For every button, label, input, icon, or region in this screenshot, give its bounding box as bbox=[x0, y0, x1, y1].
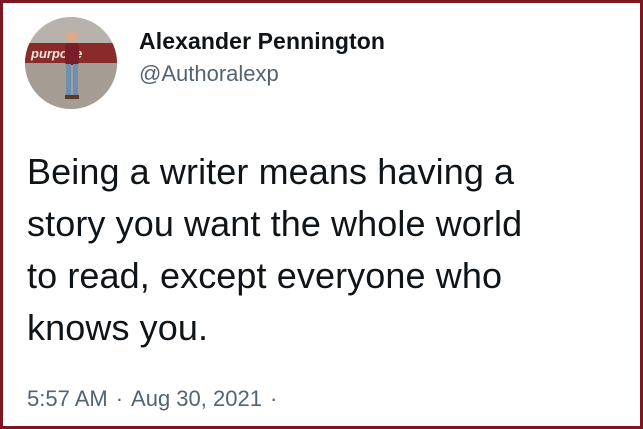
tweet-date[interactable]: Aug 30, 2021 bbox=[131, 385, 262, 413]
profile-photo-icon: purpose bbox=[25, 17, 117, 109]
avatar[interactable]: purpose bbox=[25, 17, 117, 109]
author-handle[interactable]: @Authoralexp bbox=[139, 60, 385, 88]
tweet-header: purpose Alexander Pennington @Authoralex… bbox=[25, 17, 385, 109]
meta-separator: · bbox=[115, 386, 124, 411]
author-info: Alexander Pennington @Authoralexp bbox=[139, 26, 385, 88]
meta-trailing-separator: · bbox=[269, 386, 278, 411]
tweet-time[interactable]: 5:57 AM bbox=[27, 385, 108, 413]
tweet-timestamp: 5:57 AM · Aug 30, 2021 · bbox=[27, 385, 285, 413]
tweet-text: Being a writer means having a story you … bbox=[27, 151, 523, 348]
tweet-card: purpose Alexander Pennington @Authoralex… bbox=[0, 0, 643, 429]
author-display-name[interactable]: Alexander Pennington bbox=[139, 26, 385, 56]
